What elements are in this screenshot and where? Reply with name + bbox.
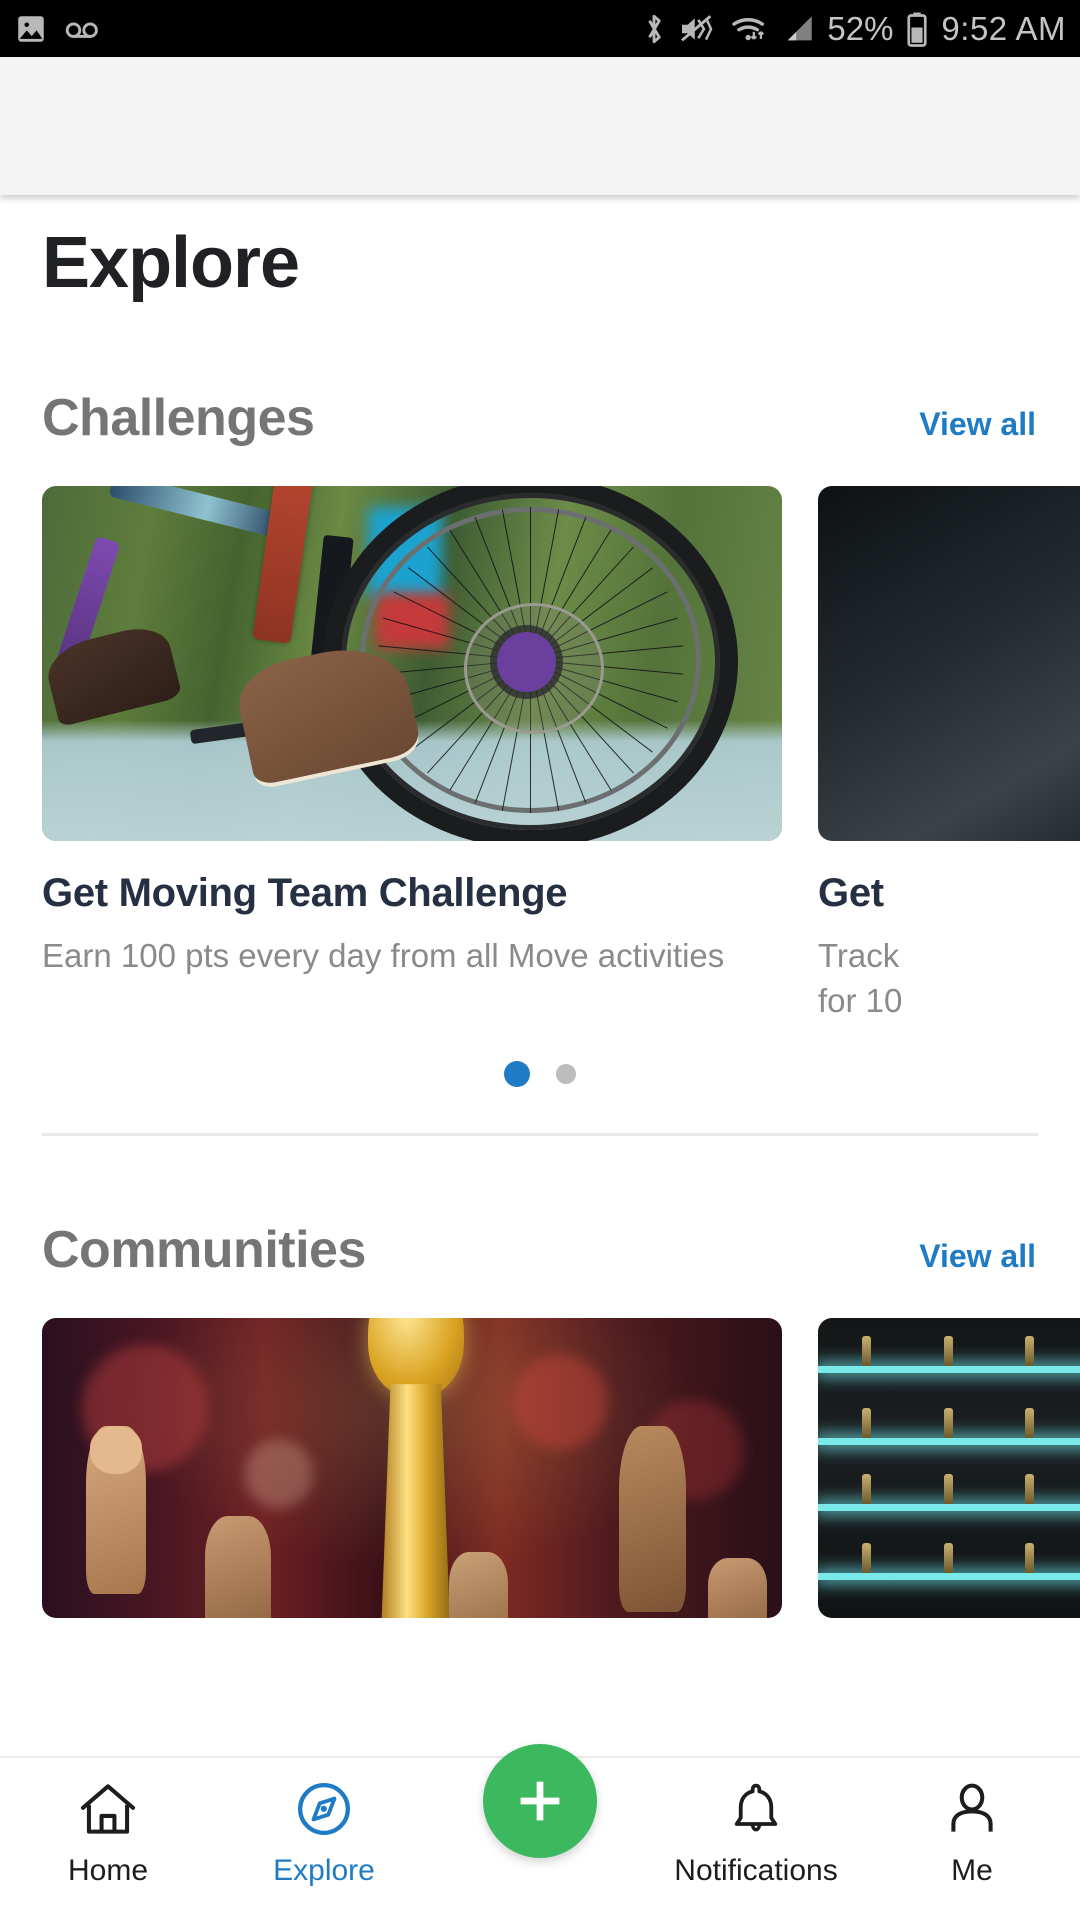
challenges-section-header: Challenges View all: [0, 388, 1080, 448]
community-card[interactable]: [42, 1318, 782, 1619]
bottom-navigation-bar: Home Explore Notifications Me: [0, 1744, 1080, 1920]
status-bar-right-icons: 52% 9:52 AM: [641, 10, 1066, 48]
communities-view-all-link[interactable]: View all: [919, 1238, 1036, 1275]
compass-icon: [298, 1783, 350, 1835]
scroll-content[interactable]: Explore Challenges View all Get Moving T…: [0, 195, 1080, 1756]
community-card-image: [42, 1318, 782, 1619]
bell-icon: [734, 1783, 778, 1832]
nav-label-me: Me: [951, 1854, 993, 1887]
mountain-bike-wheel-artwork: [42, 486, 782, 841]
photo-icon: [18, 15, 44, 42]
bluetooth-icon: [648, 14, 662, 43]
communities-section-header: Communities View all: [0, 1220, 1080, 1280]
vibrate-icon: [681, 14, 713, 41]
nav-label-explore: Explore: [273, 1854, 375, 1887]
dark-water-rocks-artwork: [818, 486, 1080, 841]
section-divider: [42, 1133, 1038, 1137]
pagination-dot[interactable]: [556, 1064, 576, 1085]
nav-label-home: Home: [67, 1854, 149, 1887]
community-card-image: [818, 1318, 1080, 1619]
challenge-card-image: [42, 486, 782, 841]
neon-bar-artwork: [818, 1318, 1080, 1619]
communities-carousel[interactable]: [0, 1318, 1080, 1619]
community-card[interactable]: [818, 1318, 1080, 1619]
challenges-carousel[interactable]: Get Moving Team Challenge Earn 100 pts e…: [0, 486, 1080, 1023]
nav-label-notifications: Notifications: [674, 1854, 838, 1887]
section-title-communities: Communities: [42, 1221, 366, 1280]
plus-icon: [520, 1781, 560, 1821]
home-icon: [80, 1784, 136, 1834]
battery-percent-label: 52%: [827, 9, 894, 47]
status-bar: 52% 9:52 AM: [0, 0, 1080, 57]
challenge-card-subtitle: Track for 10: [818, 937, 903, 1019]
voicemail-icon: [65, 21, 98, 38]
challenge-card[interactable]: Get Moving Team Challenge Earn 100 pts e…: [42, 486, 782, 1023]
challenge-card[interactable]: Get Track for 10: [818, 486, 1080, 1023]
challenge-card-title: Get: [818, 871, 884, 915]
section-title-challenges: Challenges: [42, 389, 315, 447]
wifi-icon: [732, 17, 765, 40]
add-button[interactable]: [483, 1744, 597, 1858]
challenge-card-subtitle: Earn 100 pts every day from all Move act…: [42, 937, 725, 974]
battery-icon: [907, 12, 928, 47]
pagination-dot-active[interactable]: [504, 1061, 530, 1088]
page-title: Explore: [42, 223, 300, 303]
nav-item-notifications[interactable]: Notifications: [648, 1758, 864, 1888]
app-toolbar: [0, 57, 1080, 195]
challenges-view-all-link[interactable]: View all: [919, 406, 1036, 443]
nav-item-home[interactable]: Home: [0, 1758, 216, 1888]
championship-trophy-artwork: [42, 1318, 782, 1619]
challenge-card-image: [818, 486, 1080, 841]
nav-item-explore[interactable]: Explore: [216, 1758, 432, 1888]
challenge-card-title: Get Moving Team Challenge: [42, 871, 568, 915]
nav-item-me[interactable]: Me: [864, 1758, 1080, 1888]
person-icon: [951, 1783, 993, 1832]
cellular-signal-icon: [788, 15, 813, 40]
challenges-pagination-dots[interactable]: [0, 1061, 1080, 1088]
status-bar-left-icons: [14, 12, 102, 46]
status-bar-clock: 9:52 AM: [941, 9, 1066, 47]
